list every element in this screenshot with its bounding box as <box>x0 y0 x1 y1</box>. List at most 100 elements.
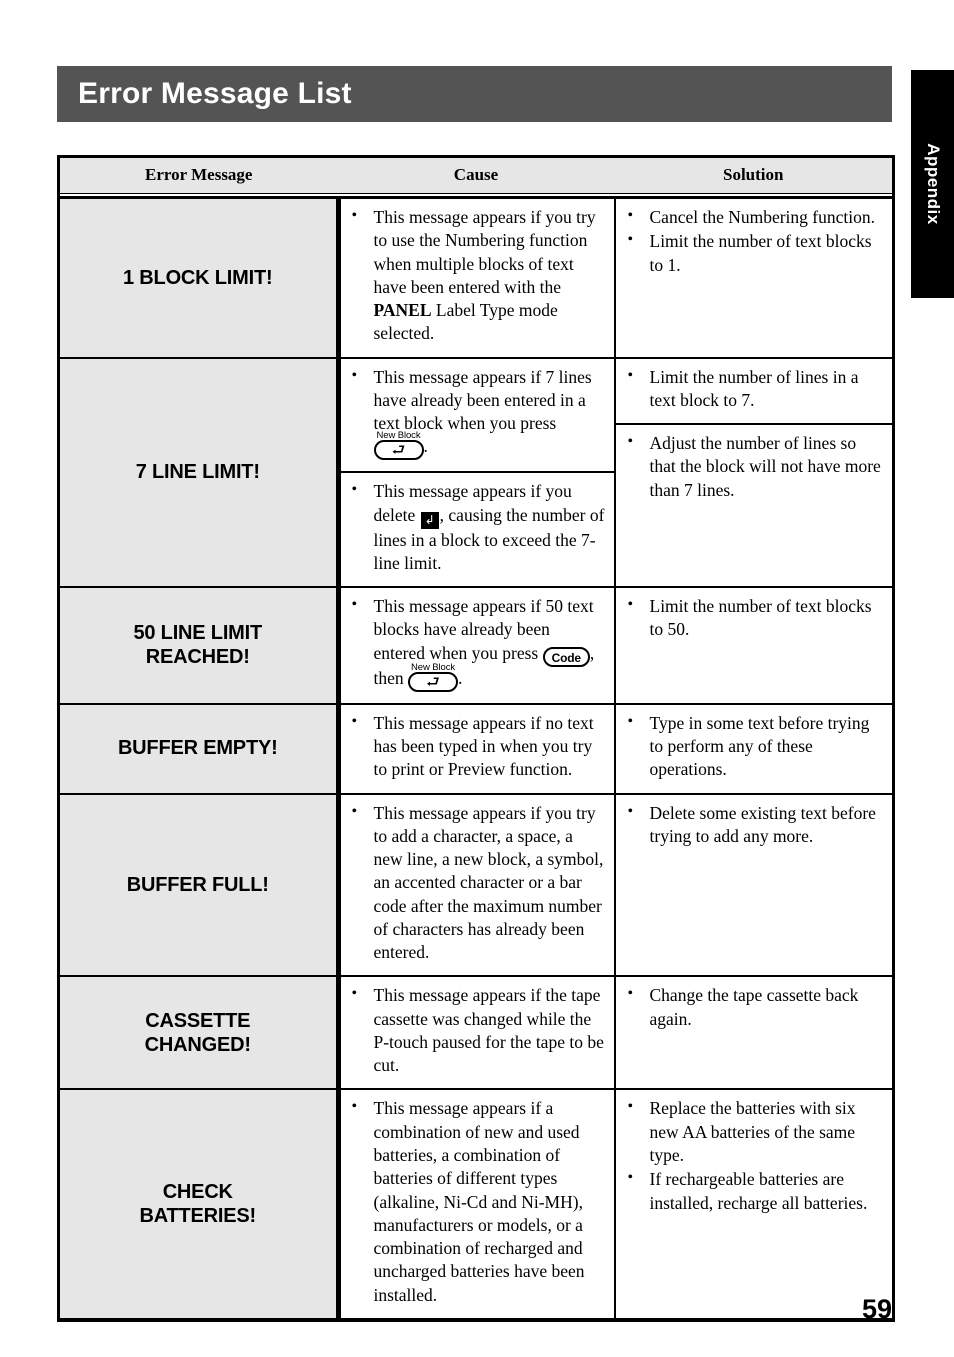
cell-content: Delete some existing text before trying … <box>616 795 893 860</box>
error-message-label: BUFFER FULL! <box>126 873 269 896</box>
error-message-cell: CASSETTE CHANGED! <box>58 976 339 1091</box>
bullet-item: Delete some existing text before trying … <box>624 801 884 849</box>
bullet-list: Replace the batteries with six new AA ba… <box>624 1096 884 1214</box>
bullet-list: Cancel the Numbering function.Limit the … <box>624 205 884 277</box>
key-function-label: New Block <box>411 661 456 673</box>
key-illustration: ⮐ New Block <box>373 430 424 461</box>
error-message-table-wrapper: Error Message Cause Solution 1 BLOCK LIM… <box>57 155 895 1322</box>
bullet-list: This message appears if the tape cassett… <box>348 983 605 1077</box>
new-block-key-icon: ⮐ New Block <box>373 430 424 461</box>
bullet-list: This message appears if 50 text blocks h… <box>348 594 605 692</box>
bullet-list: Adjust the number of lines so that the b… <box>624 431 884 502</box>
cell-content: This message appears if you try to add a… <box>340 795 614 976</box>
error-message-label: CASSETTE CHANGED! <box>144 1009 251 1056</box>
page-banner: Error Message List <box>57 66 892 122</box>
sub-block-row: This message appears if 7 lines have alr… <box>339 358 614 474</box>
cell-content: This message appears if a combination of… <box>340 1090 614 1317</box>
cell-content: Change the tape cassette back again. <box>616 977 893 1042</box>
cell-content: This message appears if no text has been… <box>340 705 614 793</box>
bullet-list: Limit the number of text blocks to 50. <box>624 594 884 642</box>
cause-cell: This message appears if no text has been… <box>335 703 616 795</box>
sub-block-cell: Adjust the number of lines so that the b… <box>616 424 893 513</box>
bullet-list: Change the tape cassette back again. <box>624 983 884 1031</box>
key-illustration: Code <box>542 642 590 667</box>
sub-block-cell: Limit the number of lines in a text bloc… <box>615 358 893 426</box>
cell-content: Cancel the Numbering function.Limit the … <box>616 199 893 288</box>
solution-cell: Delete some existing text before trying … <box>614 793 894 978</box>
side-tab-label: Appendix <box>923 143 943 225</box>
error-message-label: CHECK BATTERIES! <box>139 1180 257 1228</box>
new-block-key-icon: ⮐ New Block <box>408 662 459 692</box>
column-header-cause: Cause <box>337 156 615 194</box>
solution-cell: Limit the number of lines in a text bloc… <box>614 357 894 589</box>
cause-cell: This message appears if 50 text blocks h… <box>335 587 616 705</box>
bullet-item: Adjust the number of lines so that the b… <box>624 431 884 502</box>
bullet-item: This message appears if you try to use t… <box>348 205 605 346</box>
error-message-cell: 1 BLOCK LIMIT! <box>58 197 339 359</box>
table-row: CASSETTE CHANGED! This message appears if… <box>58 976 894 1091</box>
bullet-item: Cancel the Numbering function. <box>624 205 884 229</box>
bullet-list: Delete some existing text before trying … <box>624 801 884 849</box>
bullet-list: This message appears if you delete ↲, ca… <box>348 479 605 575</box>
cell-content: Adjust the number of lines so that the b… <box>616 425 893 513</box>
bullet-item: This message appears if 7 lines have alr… <box>348 365 605 461</box>
error-message-cell: BUFFER EMPTY! <box>58 703 339 795</box>
bullet-list: This message appears if you try to add a… <box>348 801 605 965</box>
table-row: 1 BLOCK LIMIT! This message appears if yo… <box>58 197 894 359</box>
cell-content: Limit the number of text blocks to 50. <box>616 588 893 653</box>
solution-cell: Type in some text before trying to perfo… <box>614 703 894 795</box>
key-glyph: Code <box>551 650 581 665</box>
code-key-icon: Code <box>542 646 590 667</box>
error-message-cell: 50 LINE LIMIT REACHED! <box>58 587 339 705</box>
sub-block-row: Adjust the number of lines so that the b… <box>616 424 893 513</box>
error-message-label: BUFFER EMPTY! <box>117 737 278 760</box>
cell-content: This message appears if 50 text blocks h… <box>340 588 614 703</box>
cause-cell: This message appears if 7 lines have alr… <box>335 357 616 589</box>
page-number: 59 <box>861 1294 892 1324</box>
table-row: 7 LINE LIMIT! This message appears if 7 l… <box>58 357 894 589</box>
side-tab-appendix: Appendix <box>911 70 954 298</box>
error-message-cell: 7 LINE LIMIT! <box>58 357 339 589</box>
sub-block-cell: This message appears if you delete ↲, ca… <box>340 472 614 586</box>
error-message-label: 7 LINE LIMIT! <box>135 461 260 484</box>
sub-block-table: Limit the number of lines in a text bloc… <box>615 358 893 513</box>
bullet-item: This message appears if the tape cassett… <box>348 983 605 1077</box>
key-function-label: New Block <box>376 430 421 442</box>
cell-content: Replace the batteries with six new AA ba… <box>616 1090 893 1225</box>
error-message-cell: CHECK BATTERIES! <box>58 1089 339 1320</box>
bullet-item: Type in some text before trying to perfo… <box>624 711 884 782</box>
sub-block-row: This message appears if you delete ↲, ca… <box>340 472 614 586</box>
error-message-cell: BUFFER FULL! <box>58 793 339 978</box>
error-message-label: 1 BLOCK LIMIT! <box>123 266 273 289</box>
cause-cell: This message appears if the tape cassett… <box>335 976 616 1091</box>
cell-content: Type in some text before trying to perfo… <box>616 705 893 793</box>
table-row: 50 LINE LIMIT REACHED! This message appea… <box>58 587 894 705</box>
bullet-item: This message appears if you try to add a… <box>348 801 605 965</box>
return-symbol-icon: ↲ <box>420 511 439 529</box>
page-title: Error Message List <box>78 77 352 110</box>
bullet-item: Limit the number of text blocks to 50. <box>624 594 884 642</box>
bullet-item: Limit the number of text blocks to 1. <box>624 229 884 277</box>
cell-content: Limit the number of lines in a text bloc… <box>616 359 893 424</box>
bullet-item: This message appears if a combination of… <box>348 1096 605 1306</box>
bullet-list: Limit the number of lines in a text bloc… <box>624 365 884 413</box>
bullet-list: Type in some text before trying to perfo… <box>624 711 884 782</box>
column-header-solution: Solution <box>614 156 894 194</box>
solution-cell: Replace the batteries with six new AA ba… <box>614 1089 894 1320</box>
bullet-item: Replace the batteries with six new AA ba… <box>624 1096 884 1167</box>
error-message-label: 50 LINE LIMIT REACHED! <box>133 622 263 669</box>
bullet-item: Change the tape cassette back again. <box>624 983 884 1031</box>
solution-cell: Limit the number of text blocks to 50. <box>614 587 894 705</box>
bullet-list: This message appears if you try to use t… <box>348 205 605 346</box>
bullet-list: This message appears if no text has been… <box>348 711 605 782</box>
sub-block-table: This message appears if 7 lines have alr… <box>339 358 614 587</box>
bullet-item: This message appears if you delete ↲, ca… <box>348 479 605 575</box>
solution-cell: Change the tape cassette back again. <box>614 976 894 1091</box>
cell-content: This message appears if you try to use t… <box>340 199 614 357</box>
bullet-list: This message appears if 7 lines have alr… <box>348 365 605 461</box>
bullet-item: Limit the number of lines in a text bloc… <box>624 365 884 413</box>
bullet-item: This message appears if 50 text blocks h… <box>348 594 605 692</box>
column-header-error-message: Error Message <box>58 156 338 194</box>
bullet-list: This message appears if a combination of… <box>348 1096 605 1306</box>
emphasized-term: PANEL <box>373 300 432 321</box>
